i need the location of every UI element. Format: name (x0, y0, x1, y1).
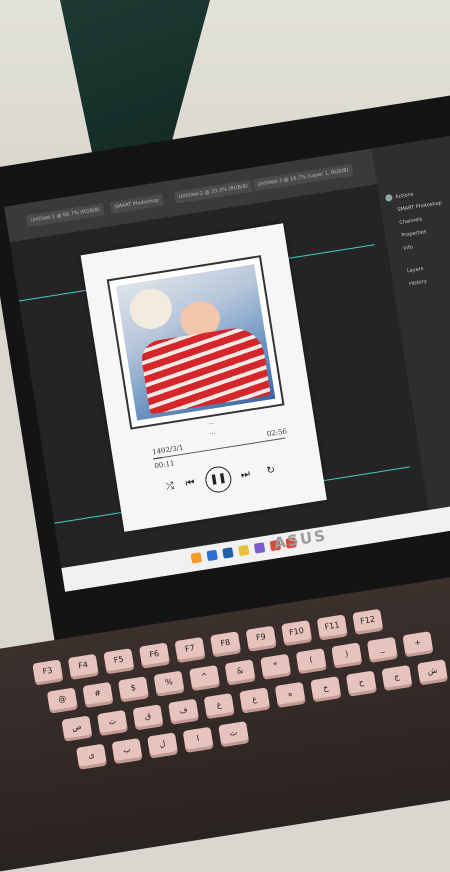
document-tab[interactable]: Untitled-2 @ 33.3% (RGB/8) (173, 179, 253, 204)
app-icon[interactable] (253, 542, 266, 554)
keyboard-key[interactable]: ب (111, 737, 143, 765)
keyboard-key[interactable]: + (402, 631, 434, 658)
keyboard-key[interactable]: @ (46, 687, 78, 714)
progress-fill (153, 456, 163, 460)
keyboard-key[interactable]: ص (61, 715, 93, 742)
panel-item-properties[interactable]: Properties (401, 229, 427, 239)
keyboard-key[interactable]: F10 (281, 620, 313, 647)
keyboard-key[interactable]: _ (366, 636, 398, 663)
music-player-card: ... ... 1402/3/1 02:56 00:11 ⤮ ⏮ ❚❚ ⏭ ↻ (80, 223, 327, 532)
keyboard-key[interactable]: ت (218, 721, 250, 748)
keyboard-key[interactable]: ا (182, 726, 214, 753)
panel-item-info[interactable]: Info (403, 244, 413, 251)
keyboard-key[interactable]: F6 (138, 642, 171, 669)
keyboard-key[interactable]: ^ (189, 664, 221, 692)
pause-button[interactable]: ❚❚ (203, 464, 234, 495)
keyboard-key[interactable]: غ (203, 693, 235, 720)
previous-icon[interactable]: ⏮ (185, 477, 196, 489)
keyboard-key[interactable]: F7 (174, 636, 206, 664)
laptop-screen: Untitled-1 @ 66.7% (RGB/8) SMART Photosh… (4, 133, 450, 592)
keyboard-key[interactable]: ف (168, 698, 200, 725)
time-elapsed: 00:11 (153, 459, 176, 471)
folder-icon[interactable] (238, 544, 250, 557)
keyboard-key[interactable]: ح (345, 670, 377, 697)
keyboard-key[interactable]: $ (117, 676, 150, 703)
photoshop-side-panel: Actions SMART Photoshop Channels Propert… (371, 133, 450, 534)
plush-dog (126, 285, 175, 333)
photoshop-icon[interactable] (222, 547, 234, 559)
browser-icon[interactable] (206, 549, 218, 562)
keyboard-key[interactable]: F9 (245, 625, 277, 652)
firefox-icon[interactable] (190, 552, 203, 564)
keyboard-key[interactable]: F12 (352, 608, 384, 635)
document-tab[interactable]: Untitled-1 @ 66.7% (RGB/8) (25, 203, 105, 228)
document-tab[interactable]: SMART Photoshop (109, 193, 164, 214)
keyboard-key[interactable]: ث (96, 709, 129, 737)
panel-item-history[interactable]: History (409, 279, 428, 288)
keyboard-key[interactable]: F5 (103, 648, 135, 675)
keyboard-key[interactable]: ج (381, 664, 413, 691)
baby-photo (115, 264, 276, 421)
keyboard-key[interactable]: ی (75, 743, 108, 770)
keyboard-key[interactable]: ) (331, 642, 363, 669)
panel-item-smart[interactable]: SMART Photoshop (397, 200, 442, 213)
keyboard-key[interactable]: ع (239, 687, 271, 714)
keyboard-key[interactable]: F3 (32, 659, 64, 686)
document-tab[interactable]: Untitled-3 @ 16.7% (Layer 1, RGB/8) (252, 163, 354, 192)
panel-item-layers[interactable]: Layers (407, 266, 424, 275)
keyboard-key[interactable]: F4 (67, 653, 99, 680)
keyboard-key[interactable]: ق (132, 704, 164, 731)
keyboard-key[interactable]: * (260, 653, 292, 680)
panel-icon (384, 193, 393, 202)
next-icon[interactable]: ⏭ (240, 469, 251, 481)
keyboard-key[interactable]: & (224, 659, 256, 686)
photo-frame (106, 255, 285, 430)
keyboard-key[interactable]: F11 (316, 614, 348, 641)
keyboard-key[interactable]: % (153, 670, 185, 697)
shuffle-icon[interactable]: ⤮ (165, 481, 175, 493)
keyboard-key[interactable]: ل (147, 732, 179, 759)
repeat-icon[interactable]: ↻ (266, 465, 276, 477)
keyboard-key[interactable]: خ (310, 676, 342, 703)
panel-item-channels[interactable]: Channels (399, 216, 423, 226)
keyboard-key[interactable]: # (82, 681, 114, 708)
keyboard-key[interactable]: F8 (210, 631, 242, 658)
keyboard-key[interactable]: ( (295, 648, 327, 675)
keyboard-key[interactable]: ه (274, 681, 306, 708)
panel-item-actions[interactable]: Actions (395, 192, 414, 201)
striped-shirt (139, 324, 271, 415)
keyboard-key[interactable]: ش (416, 659, 449, 686)
